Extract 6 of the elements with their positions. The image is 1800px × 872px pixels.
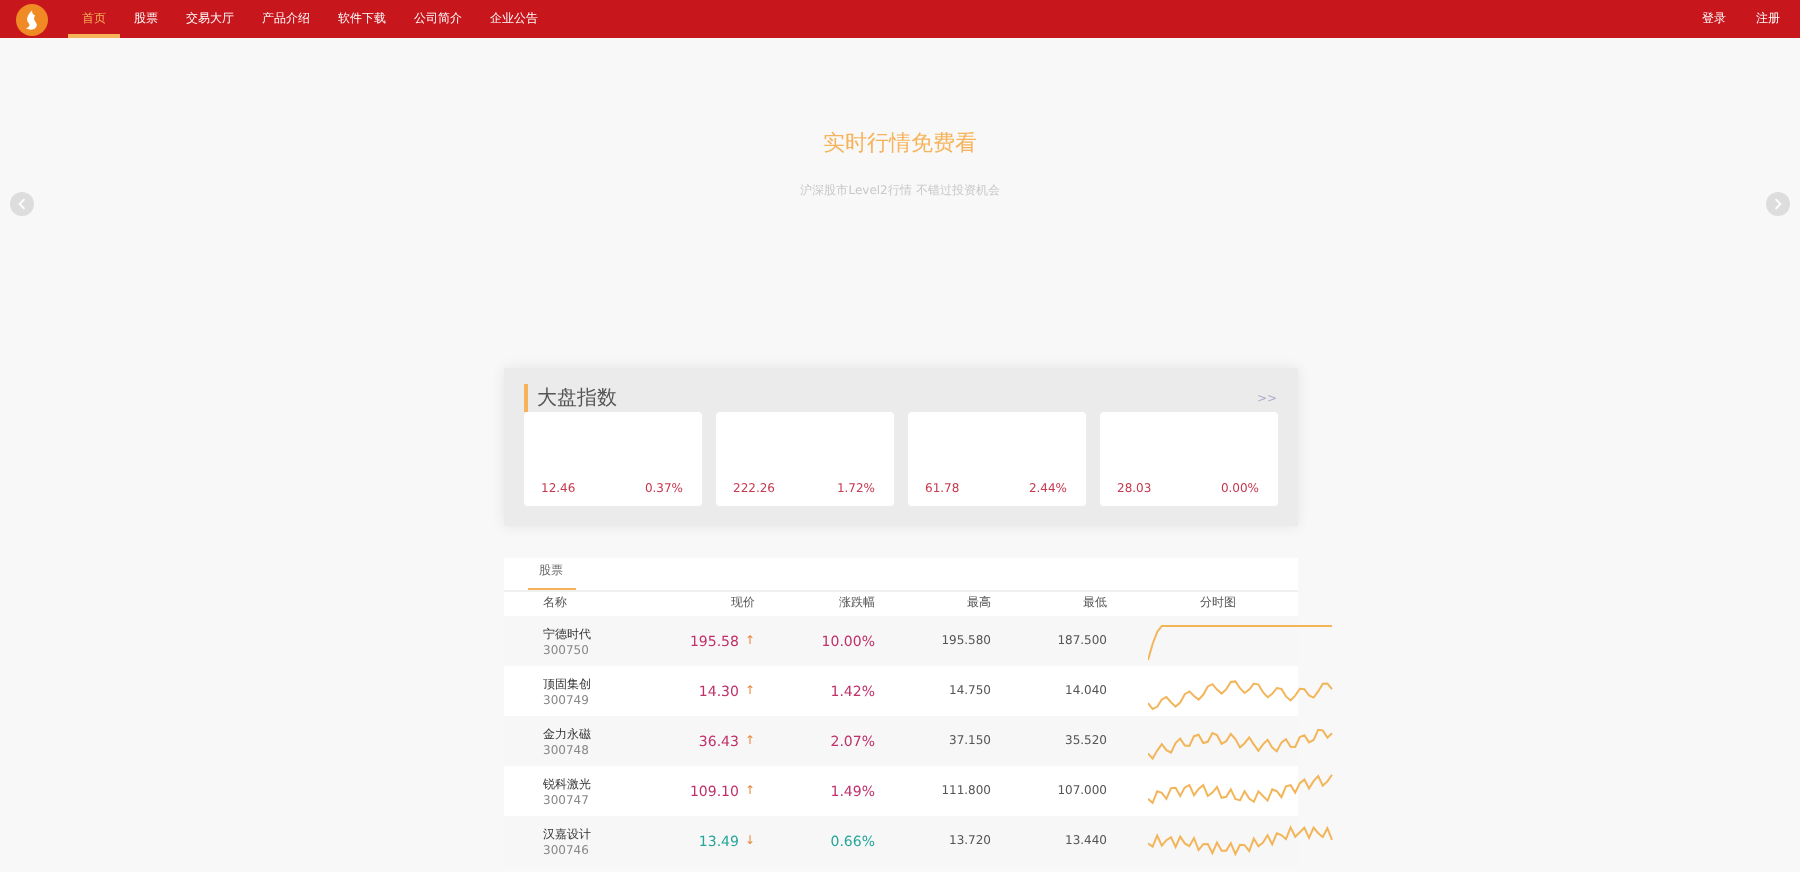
hero-title: 实时行情免费看 bbox=[821, 127, 979, 157]
next-slide-button[interactable] bbox=[1766, 191, 1790, 215]
flame-logo-icon[interactable] bbox=[16, 3, 48, 35]
previous-slide-button[interactable] bbox=[10, 191, 34, 215]
chevron-left-icon bbox=[16, 197, 28, 209]
chevron-right-icon bbox=[1772, 197, 1784, 209]
